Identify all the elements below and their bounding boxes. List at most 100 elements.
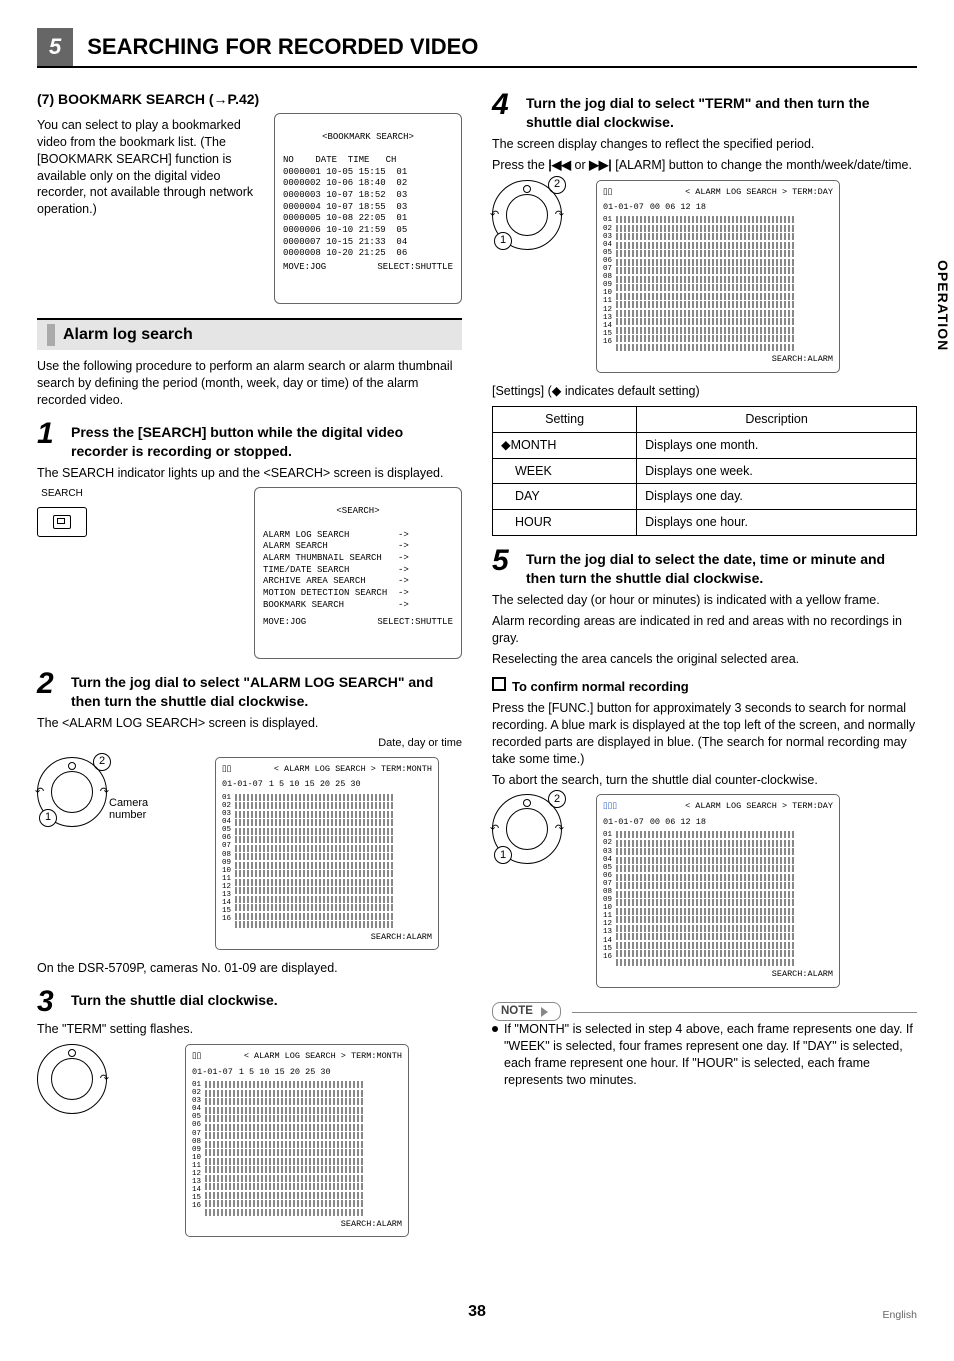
search-menu-screen: <SEARCH> ALARM LOG SEARCH -> ALARM SEARC… [254,487,462,659]
triangle-icon [541,1007,548,1017]
bookmark-row: 0000008 10-20 21:25 06 [283,248,407,258]
note-tag: NOTE [492,1002,561,1022]
camera-numbers-column: 01020304050607080910111213141516 [222,794,231,930]
bookmark-search-screen: <BOOKMARK SEARCH> NO DATE TIME CH 000000… [274,113,462,304]
screen-title: <SEARCH> [263,506,453,518]
step5-sub1: Press the [FUNC.] button for approximate… [492,700,917,768]
date-day-time-label: Date, day or time [37,736,462,751]
timeline-footer: SEARCH:ALARM [192,1219,402,1230]
fast-forward-icon: ▶▶| [589,158,612,172]
camera-numbers-column: 01020304050607080910111213141516 [192,1081,201,1217]
settings-th-setting: Setting [493,406,637,432]
chapter-number: 5 [37,28,73,66]
search-button-icon [37,507,87,537]
step4-title: Turn the jog dial to select "TERM" and t… [526,90,917,132]
side-tab-operation: OPERATION [935,260,951,351]
alarm-log-timeline-screen-day: ▯▯ < ALARM LOG SEARCH > TERM:DAY 01-01-0… [596,180,840,373]
note-body: If "MONTH" is selected in step 4 above, … [504,1021,917,1089]
alarm-log-timeline-screen: ▯▯ < ALARM LOG SEARCH > TERM:MONTH 01-01… [185,1044,409,1237]
bookmark-row: 0000007 10-15 21:33 04 [283,237,407,247]
settings-th-description: Description [637,406,917,432]
alarm-log-timeline-screen-day-blue: ▯▯▯ < ALARM LOG SEARCH > TERM:DAY 01-01-… [596,794,840,987]
timeline-footer: SEARCH:ALARM [222,932,432,943]
camera-number-label: Camera number [109,797,169,821]
table-row: ◆MONTHDisplays one month. [493,432,917,458]
jog-dial-icon: ↷ [37,1044,107,1114]
step-number-5: 5 [492,546,526,576]
alarm-log-search-heading: Alarm log search [37,318,462,350]
search-menu-item: ALARM LOG SEARCH -> [263,530,409,540]
bookmark-row: 0000004 10-07 18:55 03 [283,202,407,212]
step5-body1: The selected day (or hour or minutes) is… [492,592,917,609]
confirm-recording-subhead: To confirm normal recording [492,677,917,696]
step1-title: Press the [SEARCH] button while the digi… [71,419,462,461]
step2-title: Turn the jog dial to select "ALARM LOG S… [71,669,462,711]
timeline-date: 01-01-07 [603,817,644,828]
search-menu-item: TIME/DATE SEARCH -> [263,565,409,575]
search-menu-item: MOTION DETECTION SEARCH -> [263,588,409,598]
timeline-footer: SEARCH:ALARM [603,969,833,980]
language-label: English [883,1309,917,1321]
bookmark-search-heading: (7) BOOKMARK SEARCH (→P.42) [37,90,462,109]
bookmark-row: 0000006 10-10 21:59 05 [283,225,407,235]
step-number-4: 4 [492,90,526,120]
search-button-label: SEARCH [37,487,87,501]
screen-footer-left: MOVE:JOG [263,617,306,629]
timeline-header: < ALARM LOG SEARCH > TERM:DAY [618,187,833,198]
bookmark-row: 0000003 10-07 18:52 03 [283,190,407,200]
callout-1: 1 [494,232,512,250]
search-menu-item: ALARM THUMBNAIL SEARCH -> [263,553,409,563]
step4-body2: Press the |◀◀ or ▶▶| [ALARM] button to c… [492,157,917,174]
screen-col-header: NO DATE TIME CH [283,155,396,165]
screen-footer-right: SELECT:SHUTTLE [377,262,453,274]
camera-numbers-column: 01020304050607080910111213141516 [603,831,612,967]
step3-title: Turn the shuttle dial clockwise. [71,987,462,1010]
chapter-title: SEARCHING FOR RECORDED VIDEO [87,34,478,60]
callout-1: 1 [39,809,57,827]
timeline-footer: SEARCH:ALARM [603,354,833,365]
timeline-date: 01-01-07 [222,779,263,790]
step2-body: The <ALARM LOG SEARCH> screen is display… [37,715,462,732]
rewind-icon: |◀◀ [548,158,571,172]
page-number: 38 [468,1303,486,1320]
timeline-header: < ALARM LOG SEARCH > TERM:MONTH [237,764,432,775]
bookmark-row: 0000005 10-08 22:05 01 [283,213,407,223]
step4-body1: The screen display changes to reflect th… [492,136,917,153]
alarm-log-search-heading-label: Alarm log search [63,324,193,346]
screen-footer-right: SELECT:SHUTTLE [377,617,453,629]
note-bullet: If "MONTH" is selected in step 4 above, … [492,1021,917,1089]
bookmark-search-body: You can select to play a bookmarked vide… [37,117,260,300]
step5-title: Turn the jog dial to select the date, ti… [526,546,917,588]
search-menu-item: BOOKMARK SEARCH -> [263,600,409,610]
chapter-header: 5 SEARCHING FOR RECORDED VIDEO [37,28,917,68]
step-number-2: 2 [37,669,71,699]
timeline-date: 01-01-07 [603,202,644,213]
table-row: HOURDisplays one hour. [493,510,917,536]
timeline-header: < ALARM LOG SEARCH > TERM:DAY [623,801,833,812]
alarm-log-timeline-screen: ▯▯ < ALARM LOG SEARCH > TERM:MONTH 01-01… [215,757,439,950]
step2-note: On the DSR-5709P, cameras No. 01-09 are … [37,960,462,977]
settings-intro: [Settings] (◆ indicates default setting) [492,383,917,400]
timeline-axis: 1 5 10 15 20 25 30 [269,779,361,790]
bookmark-row: 0000001 10-05 15:15 01 [283,167,407,177]
screen-footer-left: MOVE:JOG [283,262,326,274]
search-menu-item: ALARM SEARCH -> [263,541,409,551]
timeline-date: 01-01-07 [192,1067,233,1078]
camera-numbers-column: 01020304050607080910111213141516 [603,216,612,352]
timeline-axis: 00 06 12 18 [650,817,706,828]
timeline-axis: 1 5 10 15 20 25 30 [239,1067,331,1078]
step5-sub2: To abort the search, turn the shuttle di… [492,772,917,789]
screen-title: <BOOKMARK SEARCH> [283,132,453,144]
table-row: DAYDisplays one day. [493,484,917,510]
step5-body3: Reselecting the area cancels the origina… [492,651,917,668]
alarm-log-intro: Use the following procedure to perform a… [37,358,462,409]
step-number-3: 3 [37,987,71,1017]
table-row: WEEKDisplays one week. [493,458,917,484]
timeline-header: < ALARM LOG SEARCH > TERM:MONTH [207,1051,402,1062]
step5-body2: Alarm recording areas are indicated in r… [492,613,917,647]
settings-table: Setting Description ◆MONTHDisplays one m… [492,406,917,536]
bookmark-row: 0000002 10-06 18:40 02 [283,178,407,188]
step3-body: The "TERM" setting flashes. [37,1021,462,1038]
timeline-axis: 00 06 12 18 [650,202,706,213]
search-menu-item: ARCHIVE AREA SEARCH -> [263,576,409,586]
